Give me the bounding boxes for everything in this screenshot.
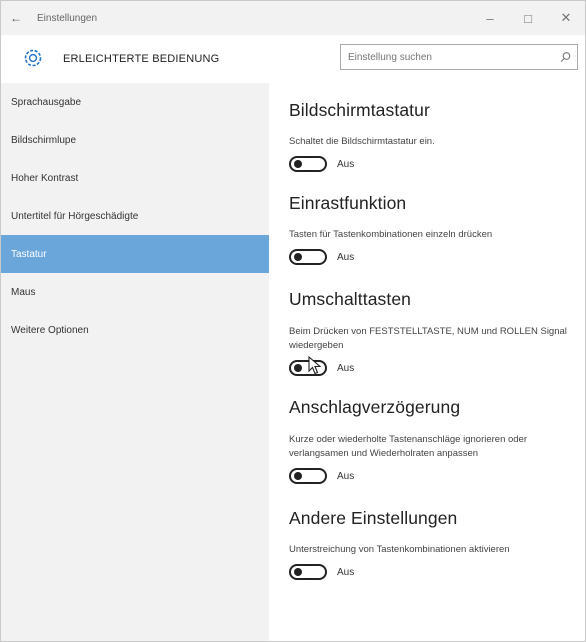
- section-description: Beim Drücken von FESTSTELLTASTE, NUM und…: [289, 326, 567, 351]
- title-bar: ← Einstellungen – □ ✕: [1, 1, 585, 35]
- section-title: Umschalttasten: [289, 289, 412, 309]
- toggle-knob: [294, 364, 302, 372]
- toggle-row: Aus: [289, 564, 585, 580]
- sidebar-item-untertitel[interactable]: Untertitel für Hörgeschädigte: [1, 197, 269, 235]
- toggle-state-label: Aus: [337, 158, 355, 170]
- section-title: Einrastfunktion: [289, 193, 407, 213]
- back-arrow-icon[interactable]: ←: [1, 11, 31, 25]
- toggle-state-label: Aus: [337, 251, 355, 263]
- sidebar-item-sprachausgabe[interactable]: Sprachausgabe: [1, 83, 269, 121]
- section-einrastfunktion: Einrastfunktion Tasten für Tastenkombina…: [289, 193, 585, 265]
- toggle-knob: [294, 160, 302, 168]
- section-anschlagverzoegerung: Anschlagverzögerung Kurze oder wiederhol…: [289, 397, 585, 484]
- maximize-icon[interactable]: □: [509, 1, 547, 35]
- sidebar: Sprachausgabe Bildschirmlupe Hoher Kontr…: [1, 83, 269, 641]
- minimize-icon[interactable]: –: [471, 1, 509, 35]
- section-description: Tasten für Tastenkombinationen einzeln d…: [289, 229, 493, 240]
- section-description: Schaltet die Bildschirmtastatur ein.: [289, 136, 435, 147]
- toggle-switch[interactable]: [289, 156, 327, 172]
- toggle-row: Aus: [289, 468, 585, 484]
- sidebar-item-hoher-kontrast[interactable]: Hoher Kontrast: [1, 159, 269, 197]
- search-icon[interactable]: [555, 51, 577, 63]
- section-title: Bildschirmtastatur: [289, 100, 430, 120]
- sidebar-item-maus[interactable]: Maus: [1, 273, 269, 311]
- ease-of-access-gear-icon: [23, 48, 43, 68]
- mouse-pointer-icon: [308, 355, 322, 381]
- section-title: Andere Einstellungen: [289, 508, 458, 528]
- toggle-state-label: Aus: [337, 362, 355, 374]
- page-header: ERLEICHTERTE BEDIENUNG: [1, 35, 585, 83]
- settings-window: ← Einstellungen – □ ✕ ERLEICHTERTE BEDIE…: [0, 0, 586, 642]
- toggle-row: Aus: [289, 355, 585, 376]
- window-controls: – □ ✕: [471, 1, 585, 35]
- search-input[interactable]: [341, 45, 555, 69]
- section-description: Unterstreichung von Tastenkombinationen …: [289, 544, 510, 555]
- toggle-switch[interactable]: [289, 468, 327, 484]
- toggle-switch[interactable]: [289, 564, 327, 580]
- toggle-knob: [294, 253, 302, 261]
- sidebar-item-tastatur[interactable]: Tastatur: [1, 235, 269, 273]
- search-box[interactable]: [340, 44, 578, 70]
- section-bildschirmtastatur: Bildschirmtastatur Schaltet die Bildschi…: [289, 100, 585, 172]
- sidebar-item-weitere-optionen[interactable]: Weitere Optionen: [1, 311, 269, 349]
- section-andere-einstellungen: Andere Einstellungen Unterstreichung von…: [289, 508, 585, 580]
- toggle-row: Aus: [289, 249, 585, 265]
- settings-content: Bildschirmtastatur Schaltet die Bildschi…: [269, 83, 585, 641]
- section-title: Anschlagverzögerung: [289, 397, 461, 417]
- toggle-switch[interactable]: [289, 249, 327, 265]
- toggle-row: Aus: [289, 156, 585, 172]
- section-description: Kurze oder wiederholte Tastenanschläge i…: [289, 434, 528, 459]
- sidebar-item-bildschirmlupe[interactable]: Bildschirmlupe: [1, 121, 269, 159]
- page-title: ERLEICHTERTE BEDIENUNG: [63, 53, 220, 65]
- toggle-knob: [294, 472, 302, 480]
- section-umschalttasten: Umschalttasten Beim Drücken von FESTSTEL…: [289, 289, 585, 376]
- window-title: Einstellungen: [37, 12, 98, 24]
- toggle-state-label: Aus: [337, 470, 355, 482]
- toggle-knob: [294, 568, 302, 576]
- close-icon[interactable]: ✕: [547, 1, 585, 35]
- toggle-state-label: Aus: [337, 566, 355, 578]
